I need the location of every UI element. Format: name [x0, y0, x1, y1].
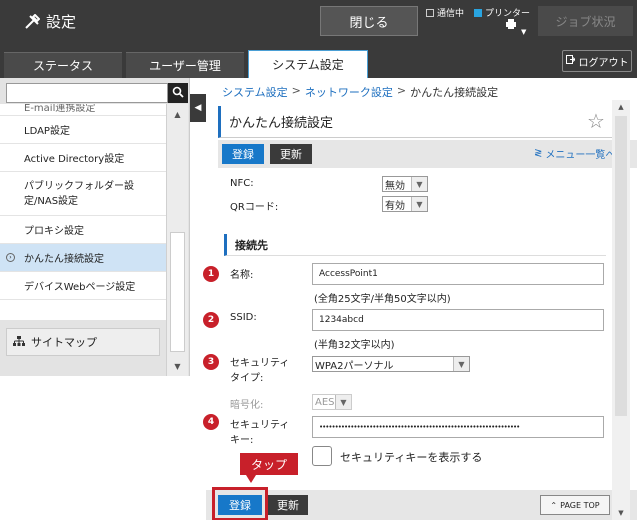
printer-icon [505, 18, 517, 33]
step-badge-4: 4 [203, 414, 219, 430]
nfc-label: NFC: [230, 178, 254, 189]
page-title: かんたん接続設定 [218, 106, 624, 138]
logout-button[interactable]: ログアウト [562, 50, 632, 72]
sidebar-item-active-directory[interactable]: Active Directory設定 [0, 144, 166, 172]
chevron-down-icon: ▼ [411, 197, 427, 211]
breadcrumb-separator: > [291, 84, 301, 97]
breadcrumb-separator: > [396, 84, 407, 97]
menu-list-icon: ≷ [534, 148, 543, 159]
tab-system-settings[interactable]: システム設定 [248, 50, 368, 78]
breadcrumb: システム設定 > ネットワーク設定 > かんたん接続設定 [222, 84, 498, 100]
scroll-thumb[interactable] [615, 116, 627, 416]
show-key-checkbox[interactable] [312, 446, 332, 466]
top-button-row: 登録 更新 ≷ メニュー一覧へ [218, 140, 637, 168]
logout-icon [565, 55, 576, 67]
scroll-up-icon[interactable]: ▲ [612, 100, 630, 114]
settings-title: 設定 [24, 11, 76, 32]
sitemap-icon [13, 335, 25, 349]
ssid-input[interactable]: 1234abcd [312, 309, 604, 331]
callout-pointer [246, 475, 256, 483]
chevron-down-icon[interactable]: ▼ [521, 28, 526, 36]
printer-status: プリンター [474, 6, 530, 19]
qr-select[interactable]: 有効 ▼ [382, 196, 428, 212]
sidebar-item-easy-connect[interactable]: › かんたん接続設定 [0, 244, 166, 272]
tab-user-management[interactable]: ユーザー管理 [126, 52, 244, 78]
chevron-down-icon: ▼ [411, 177, 427, 191]
printer-indicator [474, 8, 482, 17]
comm-status: 通信中 [426, 6, 464, 19]
name-hint: (全角25文字/半角50文字以内) [314, 294, 451, 305]
section-background [227, 234, 606, 255]
breadcrumb-current: かんたん接続設定 [410, 86, 499, 99]
register-button-top[interactable]: 登録 [222, 144, 264, 164]
update-button-bottom[interactable]: 更新 [268, 495, 308, 515]
security-key-input[interactable]: ••••••••••••••••••••••••••••••••••••••••… [312, 416, 604, 438]
update-button-top[interactable]: 更新 [270, 144, 312, 164]
highlight-frame [212, 487, 268, 520]
search-icon [172, 86, 184, 101]
step-badge-2: 2 [203, 312, 219, 328]
sidebar-item-proxy[interactable]: プロキシ設定 [0, 216, 166, 244]
nfc-select[interactable]: 無効 ▼ [382, 176, 428, 192]
main-scrollbar[interactable]: ▲ ▼ [612, 100, 630, 520]
name-input[interactable]: AccessPoint1 [312, 263, 604, 285]
breadcrumb-system-settings[interactable]: システム設定 [222, 84, 288, 100]
top-bar: 設定 閉じる 通信中 プリンター ▼ ジョブ状況 [0, 0, 637, 42]
sidebar-collapse-button[interactable]: ◀ [190, 94, 206, 122]
comm-indicator [426, 8, 434, 17]
search-button[interactable] [168, 83, 188, 103]
sidebar-menu: E-mail連携設定 LDAP設定 Active Directory設定 パブリ… [0, 104, 166, 320]
sidebar: E-mail連携設定 LDAP設定 Active Directory設定 パブリ… [0, 78, 190, 376]
bottom-button-row: 登録 更新 ⌃ PAGE TOP [206, 490, 637, 520]
tab-status[interactable]: ステータス [4, 52, 122, 78]
show-key-label: セキュリティキーを表示する [340, 451, 483, 464]
breadcrumb-network-settings[interactable]: ネットワーク設定 [305, 84, 393, 100]
sitemap-button[interactable]: サイトマップ [6, 328, 160, 356]
qr-label: QRコード: [230, 202, 279, 213]
step-badge-3: 3 [203, 354, 219, 370]
chevron-right-icon: › [6, 253, 15, 262]
scroll-thumb[interactable] [170, 232, 185, 352]
menu-list-link[interactable]: ≷ メニュー一覧へ [534, 146, 615, 161]
section-header-connection: 接続先 [224, 234, 606, 256]
ssid-label: SSID: [230, 312, 257, 323]
encryption-label: 暗号化: [230, 400, 264, 411]
security-key-label: セキュリティ キー: [230, 420, 290, 446]
collapse-left-icon: ◀ [194, 103, 202, 113]
security-type-select[interactable]: WPA2パーソナル ▼ [312, 356, 470, 372]
sidebar-search-input[interactable] [6, 83, 168, 103]
job-status-button[interactable]: ジョブ状況 [538, 6, 633, 36]
scroll-up-icon[interactable]: ▲ [167, 106, 188, 122]
sidebar-item-device-web[interactable]: デバイスWebページ設定 [0, 272, 166, 300]
name-label: 名称: [230, 270, 254, 281]
scroll-down-icon[interactable]: ▼ [167, 358, 188, 374]
page-app-title: 設定 [46, 13, 77, 31]
tab-bar: ステータス ユーザー管理 システム設定 ログアウト [0, 42, 637, 78]
chevron-down-icon: ▼ [453, 357, 469, 371]
encryption-select: AES ▼ [312, 394, 352, 410]
star-icon[interactable]: ☆ [587, 109, 605, 133]
step-badge-1: 1 [203, 266, 219, 282]
scroll-down-icon[interactable]: ▼ [612, 506, 630, 520]
tools-icon [24, 13, 40, 30]
ssid-hint: (半角32文字以内) [314, 340, 395, 351]
chevron-up-icon: ⌃ [550, 500, 558, 510]
security-type-label: セキュリティ タイプ: [230, 358, 290, 384]
sidebar-item-email[interactable]: E-mail連携設定 [0, 104, 166, 116]
sidebar-scrollbar[interactable]: ▲ ▼ [166, 104, 188, 376]
page-top-button[interactable]: ⌃ PAGE TOP [540, 495, 610, 515]
sidebar-item-public-folder[interactable]: パブリックフォルダー設定/NAS設定 [0, 172, 166, 216]
close-button[interactable]: 閉じる [320, 6, 418, 36]
sidebar-item-ldap[interactable]: LDAP設定 [0, 116, 166, 144]
tap-callout: タップ [240, 453, 298, 475]
chevron-down-icon: ▼ [335, 395, 351, 409]
